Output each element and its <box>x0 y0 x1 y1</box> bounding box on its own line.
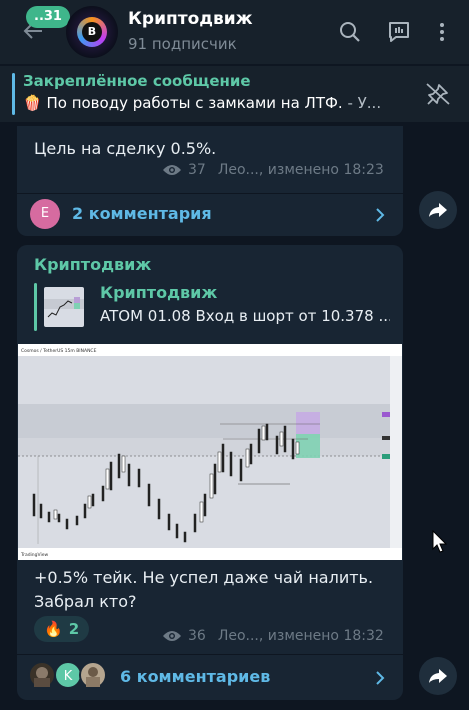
chart-screenshot[interactable]: Cosmos / TetherUS 15m BINANCE TradingVie… <box>18 344 402 560</box>
message-bubble[interactable]: Цель на сделку 0.5%. 37 Лео..., изменено… <box>17 126 403 236</box>
channel-title[interactable]: Криптодвиж <box>128 9 253 29</box>
message-text-line1: +0.5% тейк. Не успел даже чай налить. <box>34 568 374 587</box>
pinned-text-main: По поводу работы с замками на ЛТФ. <box>46 94 343 112</box>
reply-sender: Криптодвиж <box>100 283 218 302</box>
author-edited: Лео..., изменено 18:23 <box>217 162 384 178</box>
comments-icon[interactable] <box>387 20 411 44</box>
unread-badge: ..31 <box>26 6 70 28</box>
fire-reaction[interactable]: 🔥 2 <box>34 616 90 642</box>
chevron-right-icon <box>376 671 385 685</box>
views-count: 36 <box>188 628 206 644</box>
pinned-message-bar[interactable]: Закреплённое сообщение 🍿 По поводу работ… <box>0 66 469 122</box>
reaction-count: 2 <box>68 620 80 638</box>
chart-header-text: Cosmos / TetherUS 15m BINANCE <box>21 348 97 354</box>
mouse-cursor-icon <box>432 530 448 553</box>
chart-footer-text: TradingView <box>20 552 49 558</box>
views-eye-icon <box>163 165 181 175</box>
search-icon[interactable] <box>338 20 362 44</box>
message-meta: 36 Лео..., изменено 18:32 <box>162 628 384 644</box>
chat-header: ..31 B Криптодвиж 91 подписчик <box>0 0 469 64</box>
message-meta: 37 Лео..., изменено 18:23 <box>162 162 384 178</box>
commenter-avatar-photo <box>28 661 56 689</box>
share-arrow-icon <box>429 669 447 683</box>
pinned-title: Закреплённое сообщение <box>23 72 251 90</box>
subscriber-count: 91 подписчик <box>128 35 237 53</box>
share-button[interactable] <box>419 191 457 229</box>
reply-accent-bar <box>34 283 37 331</box>
trading-chart-image: Cosmos / TetherUS 15m BINANCE TradingVie… <box>18 344 402 560</box>
author-edited: Лео..., изменено 18:32 <box>217 628 384 644</box>
pinned-accent-bar <box>12 73 15 115</box>
reply-text: ATOM 01.08 Вход в шорт от 10.378 ... <box>100 307 390 325</box>
channel-avatar[interactable]: B <box>66 6 118 58</box>
comments-label: 2 комментария <box>72 204 212 223</box>
pinned-text: 🍿 По поводу работы с замками на ЛТФ. - У… <box>23 94 393 112</box>
comments-label: 6 комментариев <box>120 667 271 686</box>
popcorn-emoji: 🍿 <box>23 94 42 112</box>
message-text-line2: Забрал кто? <box>34 592 137 611</box>
commenter-avatar: K <box>54 661 82 689</box>
more-vert-icon[interactable] <box>430 20 454 44</box>
reply-preview[interactable]: Криптодвиж ATOM 01.08 Вход в шорт от 10.… <box>34 283 390 331</box>
unpin-icon[interactable] <box>425 82 451 106</box>
reply-thumbnail <box>44 287 84 327</box>
share-button[interactable] <box>419 657 457 695</box>
share-arrow-icon <box>429 203 447 217</box>
message-bubble[interactable]: Криптодвиж Криптодвиж ATOM 01.08 Вход в … <box>17 245 403 700</box>
commenter-avatar: E <box>30 199 60 229</box>
message-sender[interactable]: Криптодвиж <box>34 255 151 274</box>
commenter-avatar-photo <box>79 661 107 689</box>
channel-avatar-letter: B <box>82 22 102 42</box>
chevron-right-icon <box>376 208 385 222</box>
views-eye-icon <box>163 631 181 641</box>
fire-emoji: 🔥 <box>44 620 63 638</box>
comments-row[interactable]: E 2 комментария <box>17 194 403 236</box>
message-text: Цель на сделку 0.5%. <box>34 139 217 158</box>
comments-row[interactable]: K 6 комментариев <box>17 655 403 700</box>
pinned-text-suffix: - У... <box>342 94 382 112</box>
views-count: 37 <box>188 162 206 178</box>
